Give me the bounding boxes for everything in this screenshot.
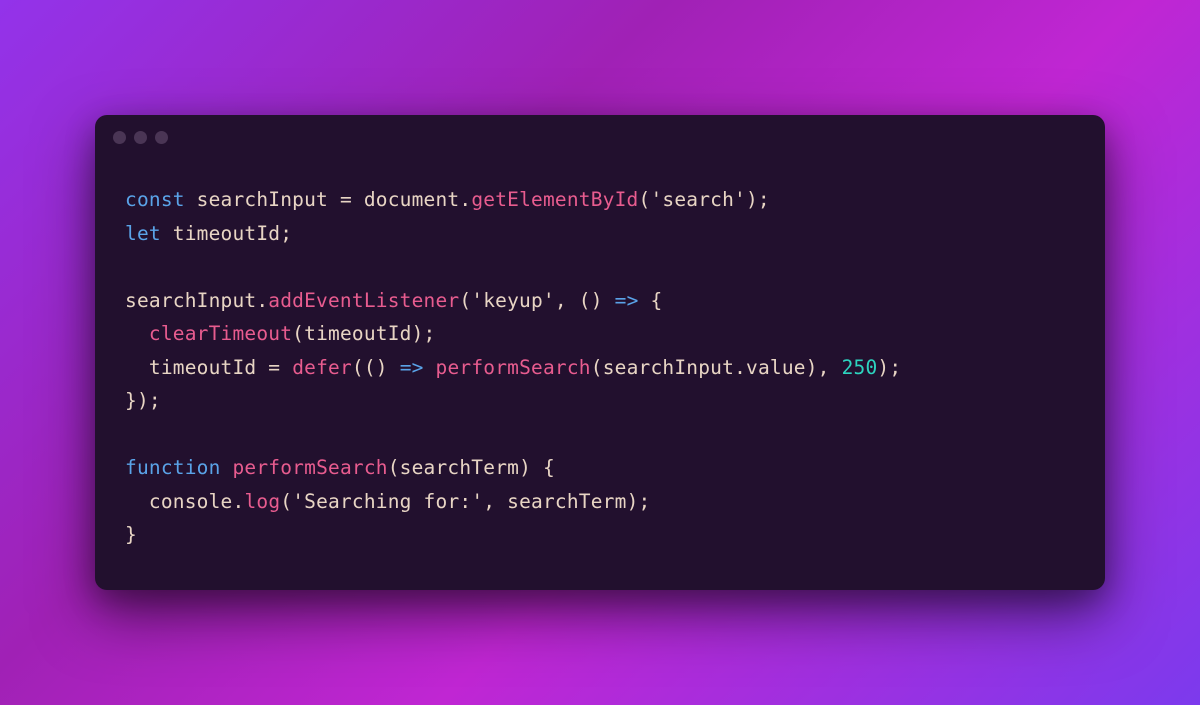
code-token xyxy=(603,289,615,312)
code-token: getElementById xyxy=(471,188,638,211)
code-token: () xyxy=(579,289,603,312)
code-token: ( xyxy=(388,456,400,479)
code-token: addEventListener xyxy=(268,289,459,312)
code-token: ( xyxy=(591,356,603,379)
code-token: timeoutId xyxy=(149,356,256,379)
code-token: = xyxy=(328,188,364,211)
code-token: 'Searching for:' xyxy=(292,490,483,513)
code-token: , xyxy=(555,289,579,312)
code-token: } xyxy=(125,523,137,546)
code-token: ); xyxy=(746,188,770,211)
code-token: ); xyxy=(412,322,436,345)
code-token xyxy=(125,490,149,513)
code-token: document xyxy=(364,188,460,211)
code-token: . xyxy=(734,356,746,379)
code-token: ( xyxy=(459,289,471,312)
code-token: function xyxy=(125,456,221,479)
code-token: ( xyxy=(638,188,650,211)
code-token: => xyxy=(615,289,639,312)
code-token: . xyxy=(232,490,244,513)
code-token xyxy=(424,356,436,379)
code-token: => xyxy=(400,356,424,379)
code-token: { xyxy=(650,289,662,312)
code-token xyxy=(388,356,400,379)
code-token: ); xyxy=(877,356,901,379)
code-token xyxy=(125,356,149,379)
code-token: { xyxy=(543,456,555,479)
code-token: 250 xyxy=(842,356,878,379)
close-icon[interactable] xyxy=(113,131,126,144)
minimize-icon[interactable] xyxy=(134,131,147,144)
code-token: log xyxy=(244,490,280,513)
code-token: performSearch xyxy=(232,456,387,479)
code-token: ( xyxy=(280,490,292,513)
code-token: searchTerm xyxy=(400,456,519,479)
code-token: value xyxy=(746,356,806,379)
code-token: searchTerm xyxy=(507,490,626,513)
code-token: 'search' xyxy=(650,188,746,211)
code-window: const searchInput = document.getElementB… xyxy=(95,115,1105,590)
code-token: 'keyup' xyxy=(471,289,555,312)
code-token: clearTimeout xyxy=(149,322,292,345)
code-token: , xyxy=(818,356,842,379)
code-token: performSearch xyxy=(436,356,591,379)
code-token xyxy=(639,289,651,312)
code-token: const xyxy=(125,188,185,211)
code-token: . xyxy=(459,188,471,211)
code-token: timeoutId xyxy=(304,322,411,345)
code-token: searchInput xyxy=(197,188,328,211)
code-token: searchInput xyxy=(125,289,256,312)
code-token: ; xyxy=(280,222,292,245)
code-token: ( xyxy=(292,322,304,345)
code-token: = xyxy=(256,356,292,379)
code-token: ) xyxy=(806,356,818,379)
maximize-icon[interactable] xyxy=(155,131,168,144)
code-token: searchInput xyxy=(603,356,734,379)
code-token xyxy=(221,456,233,479)
code-token: ( xyxy=(352,356,364,379)
window-titlebar xyxy=(95,115,1105,159)
code-token: ) xyxy=(519,456,543,479)
code-token: timeoutId xyxy=(173,222,280,245)
code-token: defer xyxy=(292,356,352,379)
code-token xyxy=(125,322,149,345)
code-token: () xyxy=(364,356,388,379)
code-token: , xyxy=(483,490,507,513)
code-token: }); xyxy=(125,389,161,412)
code-editor[interactable]: const searchInput = document.getElementB… xyxy=(95,159,1105,590)
code-token: ); xyxy=(627,490,651,513)
code-token: let xyxy=(125,222,161,245)
code-token: console xyxy=(149,490,233,513)
code-token: . xyxy=(256,289,268,312)
